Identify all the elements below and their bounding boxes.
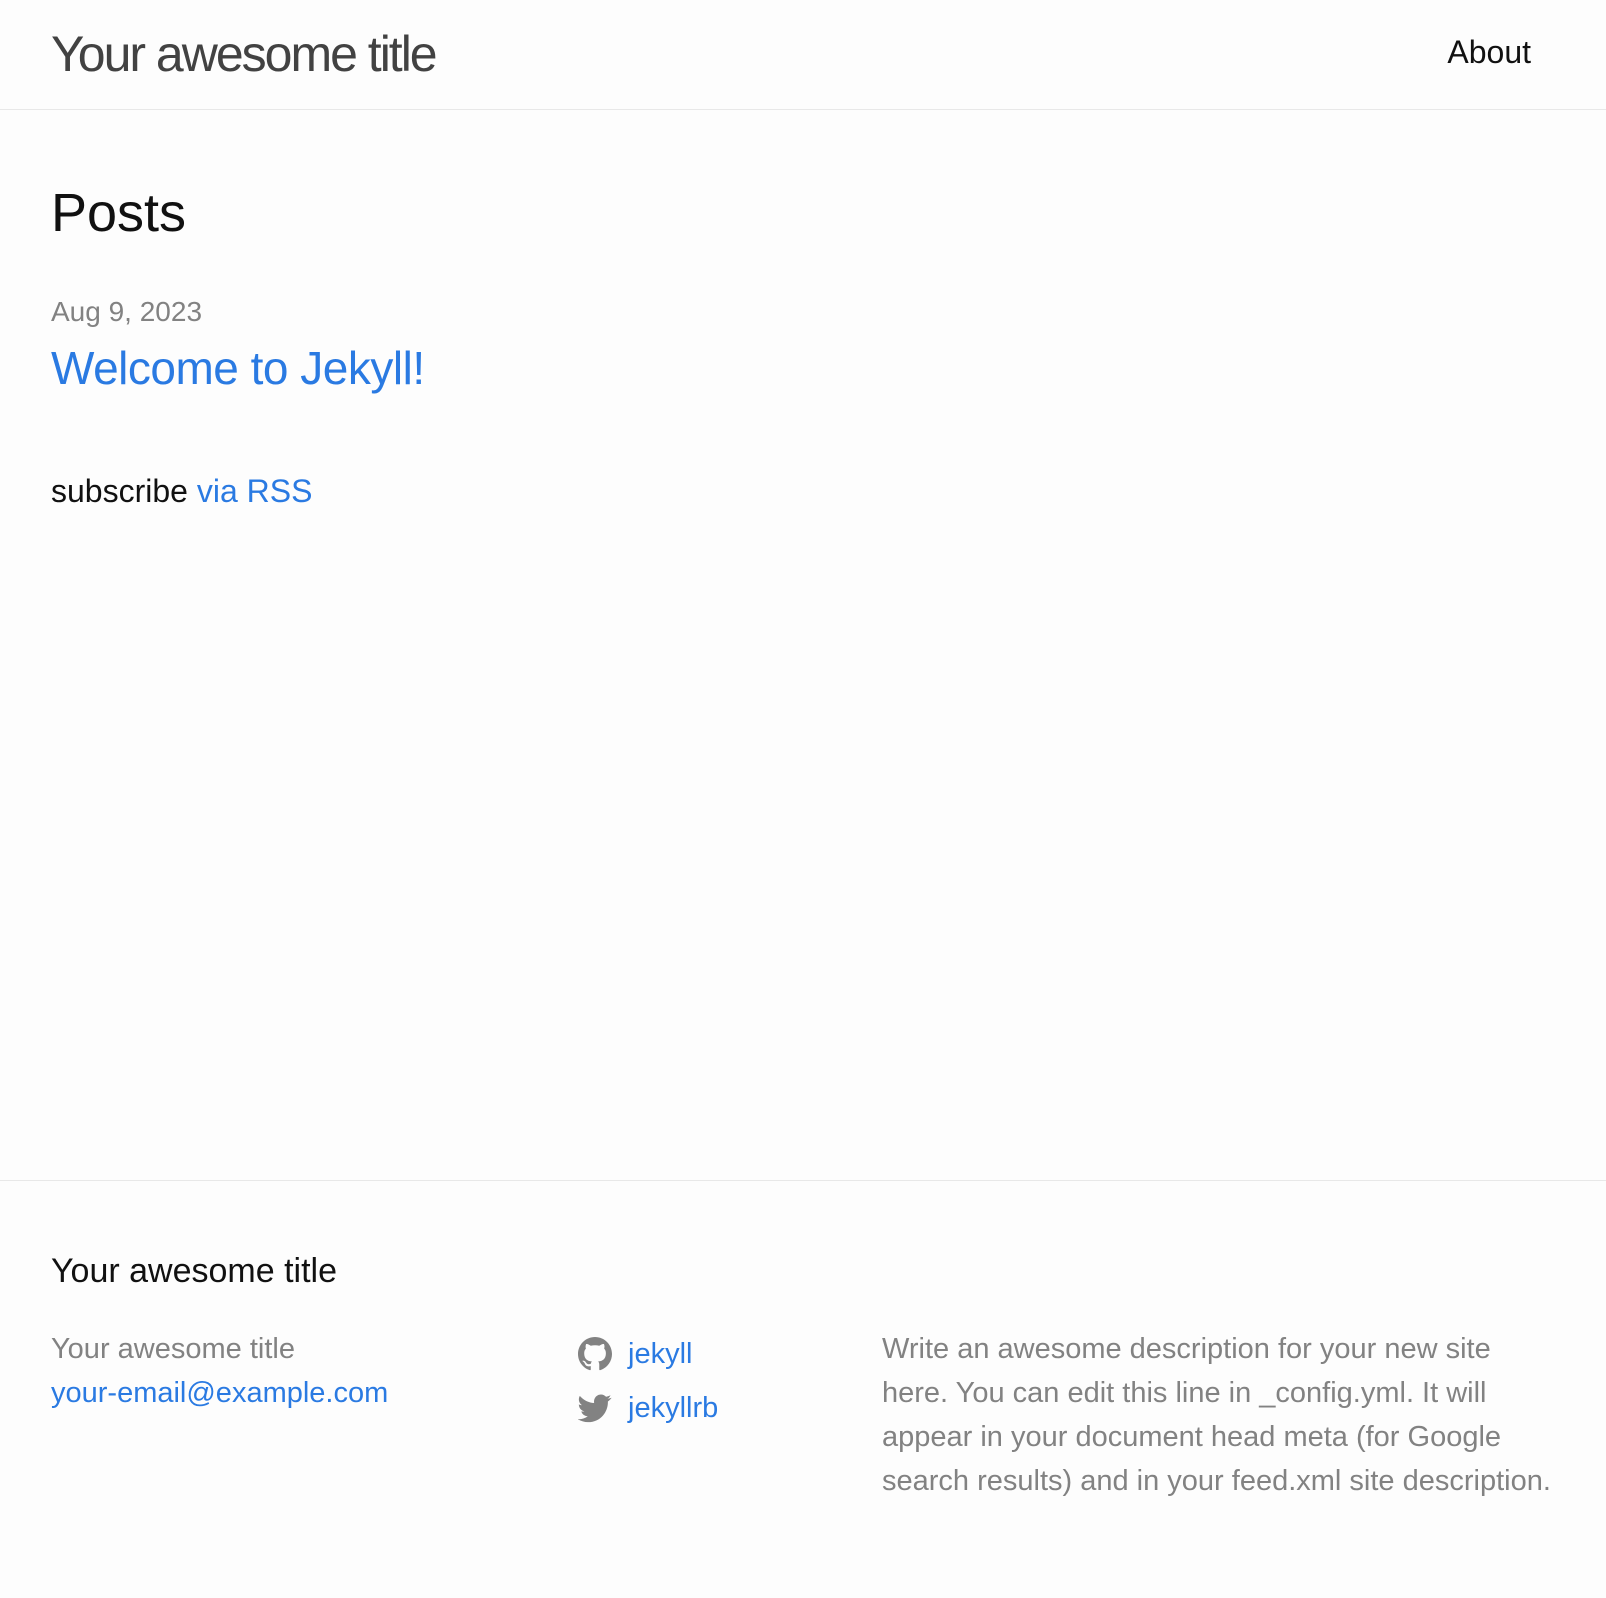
footer-site-name: Your awesome title — [51, 1333, 295, 1365]
page-heading: Posts — [51, 183, 187, 243]
footer-description: Write an awesome description for your ne… — [882, 1333, 1551, 1497]
post-date: Aug 9, 2023 — [51, 296, 203, 327]
rss-prefix-text: subscribe — [51, 473, 188, 509]
footer-email-link[interactable]: your-email@example.com — [51, 1371, 388, 1415]
site-header: Your awesome title About — [0, 0, 1606, 110]
site-title-link[interactable]: Your awesome title — [51, 24, 438, 84]
footer-social-list: jekyll jekyllrb — [578, 1327, 718, 1435]
twitter-icon — [578, 1391, 612, 1425]
rss-subscribe: subscribe via RSS — [51, 470, 312, 512]
social-item-twitter: jekyllrb — [578, 1381, 718, 1435]
social-link-github[interactable]: jekyll — [628, 1332, 692, 1376]
site-footer: Your awesome title Your awesome title yo… — [0, 1180, 1606, 1598]
nav-link-about[interactable]: About — [1447, 32, 1531, 72]
footer-heading: Your awesome title — [51, 1252, 338, 1290]
footer-contact-list: Your awesome title your-email@example.co… — [51, 1327, 388, 1415]
post-title-link[interactable]: Welcome to Jekyll! — [51, 340, 425, 396]
rss-link[interactable]: via RSS — [197, 473, 313, 509]
social-item-github: jekyll — [578, 1327, 718, 1381]
github-icon — [578, 1337, 612, 1371]
social-link-twitter[interactable]: jekyllrb — [628, 1386, 718, 1430]
